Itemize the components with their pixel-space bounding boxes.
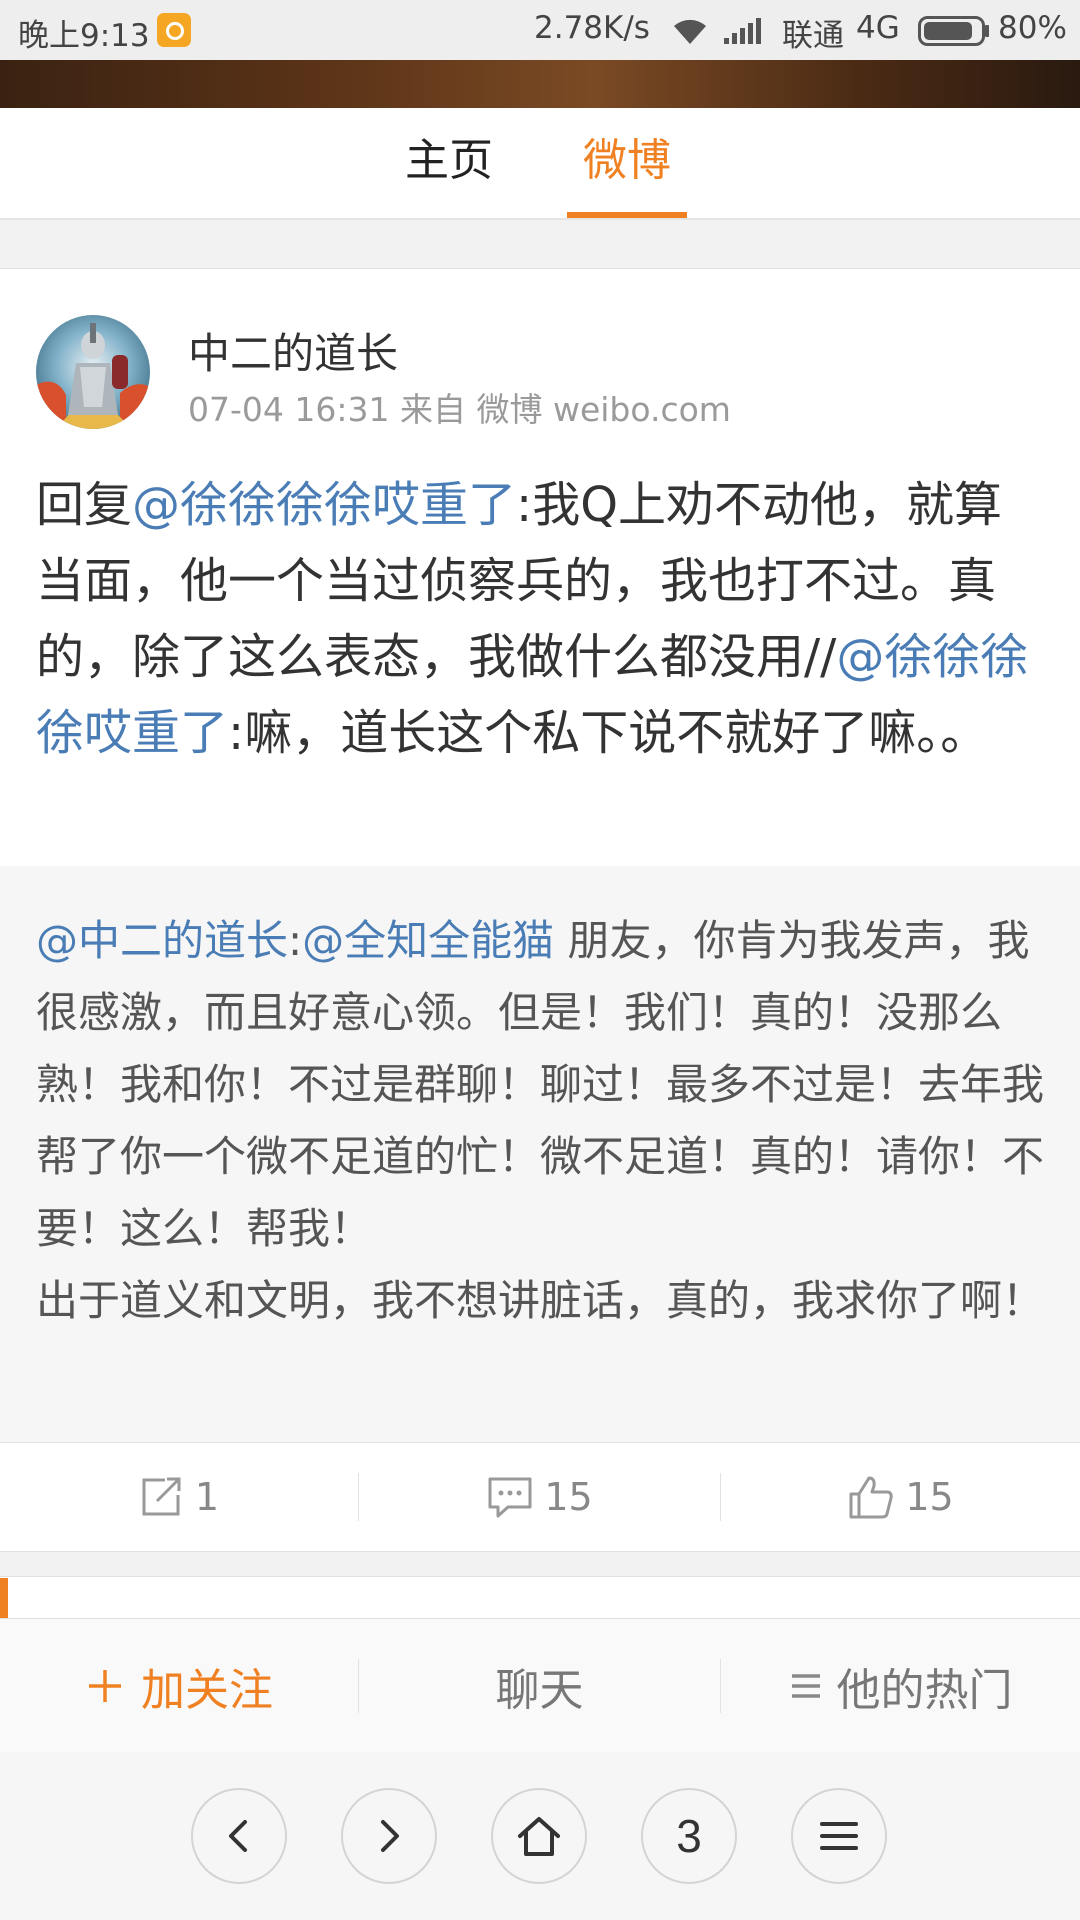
comment-button[interactable]: 15 xyxy=(359,1443,720,1551)
hot-posts-button[interactable]: 他的热门 xyxy=(721,1619,1080,1753)
wifi-icon xyxy=(674,19,706,44)
profile-cover-banner xyxy=(0,60,1080,108)
tab-weibo[interactable]: 微博 xyxy=(567,108,687,218)
chat-button[interactable]: 聊天 xyxy=(359,1619,720,1753)
battery-percent: 80% xyxy=(998,10,1067,46)
chevron-left-icon xyxy=(229,1820,247,1852)
home-button[interactable] xyxy=(491,1788,587,1884)
colon: : xyxy=(288,916,303,965)
status-time: 晚上9:13 xyxy=(18,18,150,54)
next-post-card[interactable] xyxy=(0,1576,1080,1621)
post-text-tail: :嘛，道长这个私下说不就好了嘛。。 xyxy=(228,705,989,761)
like-count: 15 xyxy=(905,1475,954,1519)
menu-button[interactable] xyxy=(791,1788,887,1884)
comment-icon xyxy=(488,1477,532,1518)
reposted-text: @中二的道长:@全知全能猫 朋友，你肯为我发声，我很感激，而且好意心领。但是！我… xyxy=(36,905,1046,1337)
status-bar: 晚上9:13 2.78K/s 联通 4G 80% xyxy=(0,0,1080,60)
reposted-body: 朋友，你肯为我发声，我很感激，而且好意心领。但是！我们！真的！没那么熟！我和你！… xyxy=(36,916,1045,1253)
reposted-body-2: 出于道义和文明，我不想讲脏话，真的，我求你了啊！ xyxy=(36,1276,1045,1325)
forward-button[interactable] xyxy=(341,1788,437,1884)
follow-button[interactable]: 加关注 xyxy=(0,1619,358,1753)
home-icon xyxy=(518,1817,560,1856)
mention-link[interactable]: @徐徐徐徐哎重了 xyxy=(132,477,516,533)
tab-home[interactable]: 主页 xyxy=(405,108,493,218)
post-action-bar: 1 15 15 xyxy=(0,1442,1080,1552)
profile-tabs: 主页 微博 xyxy=(0,108,1080,220)
network-type: 4G xyxy=(856,10,900,46)
menu-icon xyxy=(820,1822,858,1850)
post-author-name[interactable]: 中二的道长 xyxy=(188,320,398,381)
battery-icon xyxy=(918,16,989,46)
hot-label: 他的热门 xyxy=(836,1665,1013,1716)
post-text: 回复@徐徐徐徐哎重了:我Q上劝不动他，就算当面，他一个当过侦察兵的，我也打不过。… xyxy=(36,467,1046,771)
active-tab-indicator xyxy=(567,212,687,218)
tab-count: 3 xyxy=(676,1810,702,1862)
comment-count: 15 xyxy=(544,1475,593,1519)
post-meta: 07-04 16:31 来自 微博 weibo.com xyxy=(188,390,731,429)
repost-icon xyxy=(142,1477,181,1516)
post-text-prefix: 回复 xyxy=(36,477,133,533)
chevron-right-icon xyxy=(381,1820,399,1852)
notification-app-icon xyxy=(157,13,191,47)
avatar[interactable] xyxy=(36,315,150,429)
like-button[interactable]: 15 xyxy=(721,1443,1080,1551)
repost-button[interactable]: 1 xyxy=(0,1443,358,1551)
mention-link[interactable]: @全知全能猫 xyxy=(302,916,554,965)
chat-label: 聊天 xyxy=(495,1665,584,1716)
thumbs-up-icon xyxy=(849,1476,893,1519)
network-speed: 2.78K/s xyxy=(534,10,650,46)
profile-action-bar: 加关注 聊天 他的热门 xyxy=(0,1618,1080,1754)
next-post-accent-mark xyxy=(0,1578,8,1620)
plus-icon xyxy=(89,1670,121,1702)
follow-label: 加关注 xyxy=(141,1665,273,1716)
signal-icon xyxy=(724,18,761,44)
repost-count: 1 xyxy=(194,1475,220,1519)
carrier-name: 联通 xyxy=(782,18,844,54)
tabs-button[interactable]: 3 xyxy=(641,1788,737,1884)
list-icon xyxy=(791,1674,820,1698)
back-button[interactable] xyxy=(191,1788,287,1884)
original-author-link[interactable]: @中二的道长 xyxy=(36,916,288,965)
